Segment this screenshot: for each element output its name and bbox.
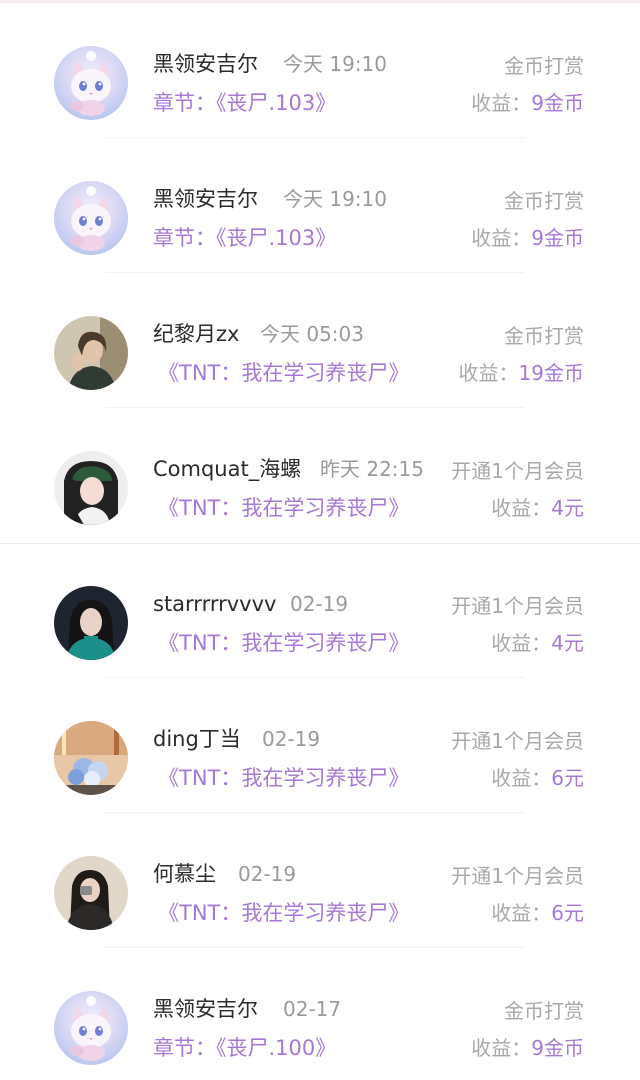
list-item[interactable]: ding丁当 02-19 《TNT：我在学习养丧尸》 开通1个月会员 收益：6元	[0, 675, 640, 810]
income-label: 收益：	[471, 1036, 532, 1060]
person-avatar-icon[interactable]	[54, 316, 128, 390]
chapter-link[interactable]: 章节：《丧尸.103》	[153, 223, 336, 253]
chapter-link[interactable]: 章节：《丧尸.103》	[153, 88, 336, 118]
chapter-link[interactable]: 《TNT：我在学习养丧尸》	[158, 358, 409, 388]
reward-type: 开通1个月会员	[451, 459, 584, 483]
user-name: starrrrrvvvv	[153, 592, 277, 616]
income: 收益：4元	[491, 628, 584, 658]
income-label: 收益：	[471, 226, 532, 250]
income-label: 收益：	[471, 91, 532, 115]
list-item[interactable]: 黑领安吉尔 02-17 章节：《丧尸.100》 金币打赏 收益：9金币	[0, 945, 640, 1080]
income-value: 19金币	[518, 361, 584, 385]
income: 收益：4元	[491, 493, 584, 523]
income-value: 9金币	[531, 1036, 584, 1060]
timestamp: 02-19	[238, 862, 297, 886]
chapter-title: 《TNT：我在学习养丧尸》	[158, 631, 410, 655]
list-item[interactable]: 纪黎月zx 今天 05:03 《TNT：我在学习养丧尸》 金币打赏 收益：19金…	[0, 270, 640, 405]
flowers-avatar-icon[interactable]	[54, 721, 128, 795]
income: 收益：9金币	[471, 88, 584, 118]
list-item[interactable]: Comquat_海螺 昨天 22:15 《TNT：我在学习养丧尸》 开通1个月会…	[0, 405, 640, 540]
income-label: 收益：	[491, 766, 552, 790]
chapter-title: 《丧尸.100》	[216, 1036, 337, 1060]
income-value: 9金币	[531, 226, 584, 250]
user-name: Comquat_海螺	[153, 457, 302, 481]
chapter-link[interactable]: 《TNT：我在学习养丧尸》	[158, 628, 409, 658]
list-item[interactable]: starrrrrvvvv 02-19 《TNT：我在学习养丧尸》 开通1个月会员…	[0, 540, 640, 675]
reward-type: 金币打赏	[504, 999, 584, 1023]
income-value: 6元	[551, 901, 584, 925]
timestamp: 02-19	[262, 727, 321, 751]
chapter-title: 《TNT：我在学习养丧尸》	[158, 901, 410, 925]
income: 收益：9金币	[471, 223, 584, 253]
timestamp: 今天 19:10	[283, 52, 387, 76]
chapter-prefix: 章节：	[153, 1036, 216, 1060]
income: 收益：6元	[491, 898, 584, 928]
income-label: 收益：	[458, 361, 519, 385]
person-avatar-icon[interactable]	[54, 451, 128, 525]
reward-type: 金币打赏	[504, 189, 584, 213]
timestamp: 02-17	[283, 997, 342, 1021]
reward-type: 开通1个月会员	[451, 594, 584, 618]
income: 收益：6元	[491, 763, 584, 793]
reward-type: 开通1个月会员	[451, 729, 584, 753]
cat-avatar-icon[interactable]	[54, 46, 128, 120]
income-value: 4元	[551, 631, 584, 655]
income-label: 收益：	[491, 901, 552, 925]
income-value: 9金币	[531, 91, 584, 115]
timestamp: 今天 19:10	[283, 187, 387, 211]
person-avatar-icon[interactable]	[54, 586, 128, 660]
income-value: 6元	[551, 766, 584, 790]
chapter-title: 《丧尸.103》	[216, 91, 337, 115]
reward-type: 金币打赏	[504, 54, 584, 78]
reward-type: 金币打赏	[504, 324, 584, 348]
list-item[interactable]: 黑领安吉尔 今天 19:10 章节：《丧尸.103》 金币打赏 收益：9金币	[0, 0, 640, 135]
income: 收益：9金币	[471, 1033, 584, 1063]
user-name: 纪黎月zx	[153, 322, 240, 346]
user-name: 黑领安吉尔	[153, 997, 258, 1021]
chapter-title: 《TNT：我在学习养丧尸》	[158, 361, 410, 385]
user-name: 黑领安吉尔	[153, 52, 258, 76]
chapter-link[interactable]: 《TNT：我在学习养丧尸》	[158, 493, 409, 523]
chapter-title: 《TNT：我在学习养丧尸》	[158, 496, 410, 520]
income-label: 收益：	[491, 496, 552, 520]
chapter-link[interactable]: 《TNT：我在学习养丧尸》	[158, 763, 409, 793]
list-item[interactable]: 黑领安吉尔 今天 19:10 章节：《丧尸.103》 金币打赏 收益：9金币	[0, 135, 640, 270]
user-name: 何慕尘	[153, 862, 216, 886]
reward-type: 开通1个月会员	[451, 864, 584, 888]
income: 收益：19金币	[459, 358, 584, 388]
chapter-title: 《丧尸.103》	[216, 226, 337, 250]
timestamp: 今天 05:03	[260, 322, 364, 346]
chapter-link[interactable]: 章节：《丧尸.100》	[153, 1033, 336, 1063]
chapter-prefix: 章节：	[153, 226, 216, 250]
timestamp: 昨天 22:15	[320, 457, 424, 481]
chapter-prefix: 章节：	[153, 91, 216, 115]
income-label: 收益：	[491, 631, 552, 655]
person-avatar-icon[interactable]	[54, 856, 128, 930]
chapter-title: 《TNT：我在学习养丧尸》	[158, 766, 410, 790]
user-name: ding丁当	[153, 727, 241, 751]
timestamp: 02-19	[290, 592, 349, 616]
income-value: 4元	[551, 496, 584, 520]
cat-avatar-icon[interactable]	[54, 991, 128, 1065]
chapter-link[interactable]: 《TNT：我在学习养丧尸》	[158, 898, 409, 928]
cat-avatar-icon[interactable]	[54, 181, 128, 255]
user-name: 黑领安吉尔	[153, 187, 258, 211]
list-item[interactable]: 何慕尘 02-19 《TNT：我在学习养丧尸》 开通1个月会员 收益：6元	[0, 810, 640, 945]
